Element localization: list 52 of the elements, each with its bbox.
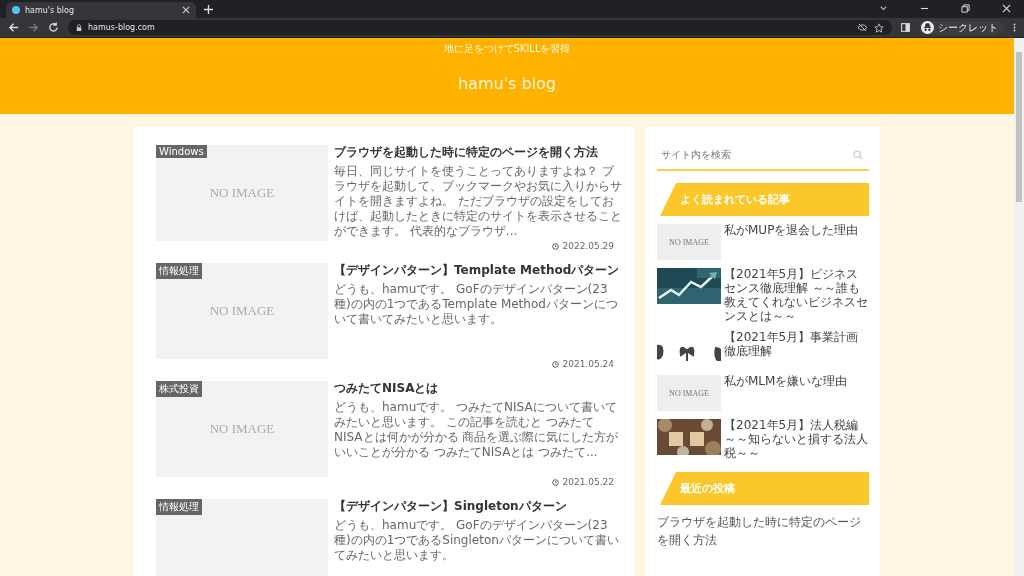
category-label: Windows [156, 145, 207, 158]
post-thumbnail[interactable]: NO IMAGE [657, 375, 721, 411]
close-icon[interactable] [1002, 4, 1011, 13]
back-icon[interactable] [8, 22, 19, 33]
article-thumbnail[interactable]: 情報処理 NO IMAGE [156, 263, 328, 359]
category-label: 株式投資 [156, 381, 202, 397]
article-title[interactable]: 【デザインパターン】Singletonパターン [334, 499, 622, 514]
article-title[interactable]: ブラウザを起動した時に特定のページを開く方法 [334, 145, 622, 160]
post-date: 2021.05.24 [562, 359, 614, 369]
scrollbar[interactable] [1014, 38, 1024, 576]
article-thumbnail[interactable]: 情報処理 [156, 499, 328, 576]
star-icon[interactable] [874, 22, 884, 33]
clock-icon [552, 478, 560, 486]
post-title[interactable]: 私がMLMを嫌いな理由 [724, 374, 848, 388]
restore-icon[interactable] [961, 4, 970, 13]
article-thumbnail[interactable]: Windows NO IMAGE [156, 145, 328, 241]
category-label: 情報処理 [156, 263, 202, 279]
clock-icon [552, 242, 560, 250]
post-date: 2022.05.29 [562, 241, 614, 251]
article-excerpt: 毎日、同じサイトを使うことってありますよね？ ブラウザを起動して、ブックマークやお気に入りからサイトを開きますよね。 ただブラウザの設定をしておけば、起動したときに特定のサイトを表示させることができます。 代表的なブラウザ... [334, 164, 622, 239]
post-date: 2021.05.22 [562, 477, 614, 487]
post-title[interactable]: 【2021年5月】事業計画徹底理解 [724, 330, 869, 358]
chevron-down-icon[interactable] [879, 4, 888, 13]
category-label: 情報処理 [156, 499, 202, 515]
forward-icon[interactable] [28, 22, 39, 33]
article-thumbnail[interactable]: 株式投資 NO IMAGE [156, 381, 328, 477]
incognito-button[interactable]: シークレット [919, 20, 1004, 35]
widget-heading: 最近の投稿 [660, 472, 869, 505]
eye-off-icon[interactable] [857, 23, 868, 32]
close-icon[interactable] [182, 6, 190, 14]
side-panel-icon[interactable] [901, 23, 910, 32]
new-tab-icon[interactable] [204, 5, 213, 14]
lock-icon [76, 23, 82, 32]
article-excerpt: どうも、hamuです。 GoFのデザインパターン(23種)の内の1つであるSingletonパターンについて書いてみたいと思います。 [334, 518, 620, 563]
article-excerpt: どうも、hamuです。 GoFのデザインパターン(23種)の内の1つであるTemplate Methodパターンについて書いてみたいと思います。 [334, 282, 619, 327]
site-favicon-icon [12, 6, 20, 14]
site-tagline: 地に足をつけてSKILLを習得 [443, 42, 571, 56]
post-title[interactable]: 私がMUPを退会した理由 [724, 223, 859, 237]
clock-icon [552, 360, 560, 368]
more-icon[interactable] [1013, 22, 1016, 33]
browser-tab[interactable]: hamu's blog [6, 2, 196, 18]
address-bar[interactable]: hamus-blog.com [68, 20, 892, 35]
article-title[interactable]: 【デザインパターン】Template Methodパターン [334, 263, 622, 278]
article-title[interactable]: つみたてNISAとは [334, 381, 622, 396]
widget-heading: よく読まれている記事 [660, 183, 869, 216]
article-excerpt: どうも、hamuです。 つみたてNISAについて書いてみたいと思います。 この記事を読むと つみたてNISAとは何かが分かる 商品を選ぶ際に気にした方がいいことが分かる つみたてNISAとは つみたて... [334, 400, 620, 460]
reload-icon[interactable] [48, 22, 59, 33]
recent-post-link[interactable]: ブラウザを起動した時に特定のページを開く方法 [657, 513, 869, 549]
post-title[interactable]: 【2021年5月】法人税編～～知らないと損する法人税～～ [724, 418, 869, 460]
post-thumbnail[interactable]: NO IMAGE [657, 224, 721, 260]
post-title[interactable]: 【2021年5月】ビジネスセンス徹底理解 ～～誰も教えてくれないビジネスセンスとは～～ [724, 267, 869, 323]
incognito-icon [921, 21, 934, 34]
